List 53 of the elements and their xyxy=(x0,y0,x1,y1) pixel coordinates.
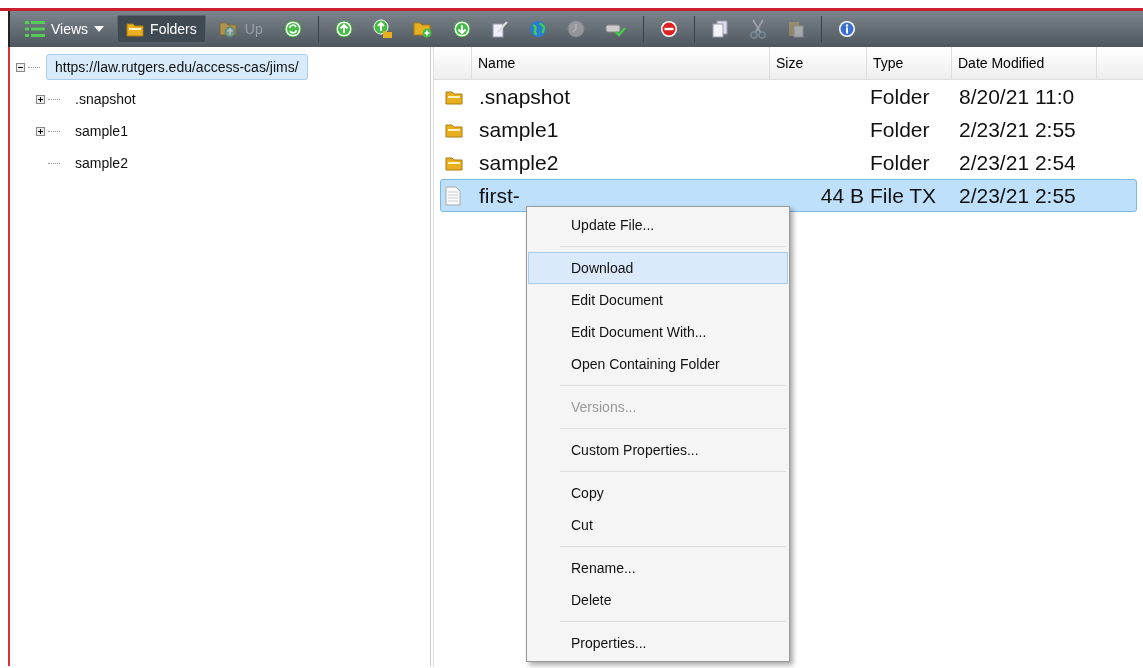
caret-icon xyxy=(94,26,105,32)
column-header[interactable]: Date Modified xyxy=(952,47,1097,79)
menu-item[interactable]: Copy xyxy=(528,477,788,509)
views-button[interactable]: Views xyxy=(16,15,114,43)
table-cell: .snapshot xyxy=(479,84,571,109)
folder-icon xyxy=(126,21,145,37)
arrow-up-button[interactable] xyxy=(332,17,355,41)
menu-item[interactable]: Edit Document With... xyxy=(528,316,788,348)
folder-icon xyxy=(445,121,463,138)
menu-item[interactable]: Custom Properties... xyxy=(528,434,788,466)
folders-button[interactable]: Folders xyxy=(117,15,206,43)
tree-item[interactable]: sample1 xyxy=(66,118,137,144)
arrow-up-folder-button[interactable] xyxy=(370,17,395,41)
menu-item[interactable]: Rename... xyxy=(528,552,788,584)
menu-item[interactable]: Delete xyxy=(528,584,788,616)
folder-icon xyxy=(445,154,463,171)
menu-item[interactable]: Update File... xyxy=(528,209,788,241)
column-header[interactable]: Name xyxy=(472,47,770,79)
folder-arrow-icon xyxy=(218,20,239,38)
menu-item[interactable]: Edit Document xyxy=(528,284,788,316)
table-cell: 8/20/21 11:0 xyxy=(959,84,1075,109)
table-row[interactable]: sample2 Folder 2/23/21 2:54 xyxy=(440,146,1137,179)
expand-icon[interactable] xyxy=(36,94,45,104)
table-row[interactable]: sample1 Folder 2/23/21 2:55 xyxy=(440,113,1137,146)
menu-item[interactable]: Cut xyxy=(528,509,788,541)
table-cell: sample1 xyxy=(479,117,559,142)
table-cell: sample2 xyxy=(479,150,559,175)
list-icon xyxy=(25,20,45,38)
menu-item[interactable]: Open Containing Folder xyxy=(528,348,788,380)
table-cell: 2/23/21 2:55 xyxy=(959,183,1076,208)
folder-icon xyxy=(445,88,463,105)
selected-row[interactable]: first- 44 B File TX 2/23/21 2:55 xyxy=(440,179,1137,212)
column-header[interactable]: Size xyxy=(770,47,867,79)
table-cell: Folder xyxy=(870,150,930,175)
tree-item[interactable]: https://law.rutgers.edu/access-cas/jims/ xyxy=(46,54,308,80)
menu-item[interactable]: Download xyxy=(528,252,788,284)
table-cell: 2/23/21 2:54 xyxy=(959,150,1076,175)
document-icon xyxy=(445,185,461,206)
table-cell: 2/23/21 2:55 xyxy=(959,117,1076,142)
collapse-icon[interactable] xyxy=(16,62,25,72)
column-header[interactable]: Type xyxy=(867,47,952,79)
table-row[interactable]: .snapshot Folder 8/20/21 11:0 xyxy=(440,80,1137,113)
menu-item[interactable]: Properties... xyxy=(528,627,788,659)
table-cell: Folder xyxy=(870,84,930,109)
refresh-button[interactable] xyxy=(281,17,304,41)
table-cell: File TX xyxy=(870,183,937,208)
table-cell: 44 B xyxy=(820,183,864,208)
table-cell: first- xyxy=(479,183,520,208)
arrow-down-button[interactable] xyxy=(450,17,473,41)
tree-item[interactable]: .snapshot xyxy=(66,86,145,112)
tree-item[interactable]: sample2 xyxy=(66,150,137,176)
table-cell: Folder xyxy=(870,117,930,142)
expand-icon[interactable] xyxy=(36,126,45,136)
